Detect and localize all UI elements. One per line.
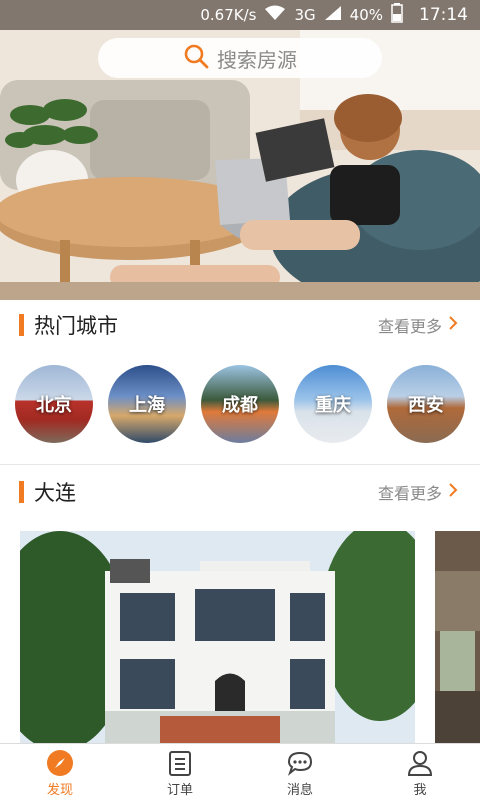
tab-label: 消息 (286, 783, 313, 798)
network-speed: 0.67K/s (200, 6, 257, 24)
hot-cities-header: 热门城市 查看更多 (0, 300, 480, 350)
search-icon (183, 43, 209, 74)
listing-card[interactable] (20, 531, 415, 743)
section-divider (0, 464, 480, 465)
tab-label: 发现 (46, 783, 73, 798)
chevron-right-icon (448, 315, 458, 335)
search-placeholder: 搜索房源 (217, 47, 297, 72)
more-label: 查看更多 (377, 317, 442, 336)
order-list-icon (169, 751, 191, 776)
status-bar: 0.67K/s 3G 40% 17:14 (0, 0, 480, 30)
signal-icon (324, 5, 342, 25)
battery-level: 40% (349, 6, 383, 24)
city-shanghai[interactable]: 上海 (108, 365, 186, 443)
network-type: 3G (294, 6, 316, 24)
city-xian[interactable]: 西安 (387, 365, 465, 443)
clock: 17:14 (419, 5, 468, 25)
tab-me[interactable]: 我 (360, 744, 480, 800)
chevron-right-icon (448, 482, 458, 502)
tab-label: 订单 (166, 783, 193, 798)
tab-discover[interactable]: 发现 (0, 744, 120, 800)
search-bar[interactable]: 搜索房源 (98, 38, 382, 78)
city-beijing[interactable]: 北京 (15, 365, 93, 443)
tab-messages[interactable]: 消息 (240, 744, 360, 800)
tab-orders[interactable]: 订单 (120, 744, 240, 800)
battery-icon (391, 3, 403, 27)
wifi-icon (264, 5, 286, 25)
city-section-header: 大连 查看更多 (0, 467, 480, 517)
section-accent-bar (19, 481, 24, 503)
city-section-title: 大连 (34, 481, 76, 505)
city-chongqing[interactable]: 重庆 (294, 365, 372, 443)
listing-photo (435, 531, 480, 743)
section-accent-bar (19, 314, 24, 336)
hot-cities-title: 热门城市 (34, 314, 118, 338)
hot-cities-more-link[interactable]: 查看更多 (378, 313, 458, 337)
city-chengdu[interactable]: 成都 (201, 365, 279, 443)
user-icon (407, 751, 433, 776)
compass-icon (47, 750, 73, 776)
message-bubble-icon (287, 751, 313, 776)
hot-cities-list: 北京 上海 成都 重庆 西安 (0, 365, 480, 443)
city-name: 北京 (36, 395, 72, 416)
listing-photo (20, 531, 415, 743)
city-name: 重庆 (315, 395, 351, 416)
bottom-tab-bar: 发现 订单 消息 我 (0, 743, 480, 800)
listing-card[interactable] (435, 531, 480, 743)
city-section-more-link[interactable]: 查看更多 (378, 480, 458, 504)
tab-label: 我 (413, 783, 427, 798)
city-name: 成都 (222, 395, 258, 416)
more-label: 查看更多 (377, 484, 442, 503)
city-name: 上海 (129, 395, 165, 416)
city-name: 西安 (408, 395, 444, 416)
